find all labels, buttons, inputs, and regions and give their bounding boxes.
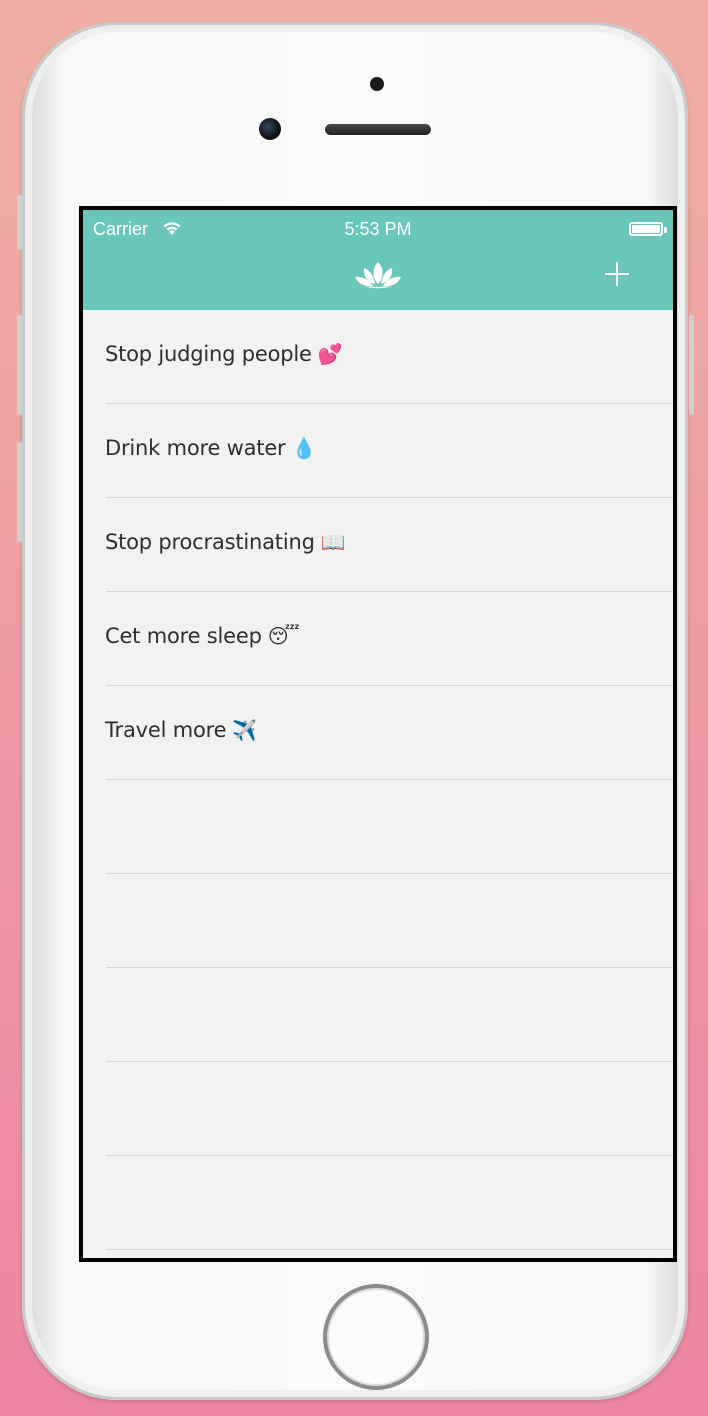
power-button [689,315,694,415]
row-divider [106,1249,673,1250]
droplet-icon: 💧 [291,436,317,460]
goal-text: Drink more water 💧 [105,436,317,460]
home-button[interactable] [323,1284,429,1390]
proximity-sensor [370,77,384,91]
goal-text: Stop procrastinating 📖 [105,530,346,554]
list-item[interactable] [83,780,673,874]
app-display: Carrier 5:53 PM Stop judging people 💕 Dr… [83,210,673,1258]
battery-tip [664,227,667,233]
phone-frame: Carrier 5:53 PM Stop judging people 💕 Dr… [22,22,688,1400]
mute-switch [17,195,22,250]
plus-icon [605,262,629,286]
list-item[interactable]: Stop judging people 💕 [83,310,673,404]
list-item[interactable] [83,1062,673,1156]
volume-down-button [17,442,22,542]
goal-text: Stop judging people 💕 [105,342,343,366]
heart-icon: 💕 [317,342,343,366]
navigation-bar: Carrier 5:53 PM [83,210,673,310]
list-item[interactable] [83,874,673,968]
goals-list: Stop judging people 💕 Drink more water 💧 S… [83,310,673,1250]
add-goal-button[interactable] [601,254,633,294]
lotus-icon [355,262,401,289]
list-item[interactable]: Travel more ✈️ [83,686,673,780]
front-camera-icon [259,118,281,140]
airplane-icon: ✈️ [232,718,258,742]
goal-text: Travel more ✈️ [105,718,258,742]
volume-up-button [17,315,22,415]
list-item[interactable]: Cet more sleep 😴 [83,592,673,686]
list-item[interactable]: Drink more water 💧 [83,404,673,498]
goal-text: Cet more sleep 😴 [105,624,300,648]
screen: Carrier 5:53 PM Stop judging people 💕 Dr… [79,206,677,1262]
book-icon: 📖 [320,530,346,554]
list-item[interactable]: Stop procrastinating 📖 [83,498,673,592]
list-item[interactable] [83,968,673,1062]
battery-icon [629,222,663,236]
status-time: 5:53 PM [344,219,412,239]
earpiece-speaker [325,124,431,135]
status-bar: Carrier 5:53 PM [83,210,673,250]
sleeping-face-icon: 😴 [267,624,300,648]
list-item[interactable] [83,1156,673,1250]
